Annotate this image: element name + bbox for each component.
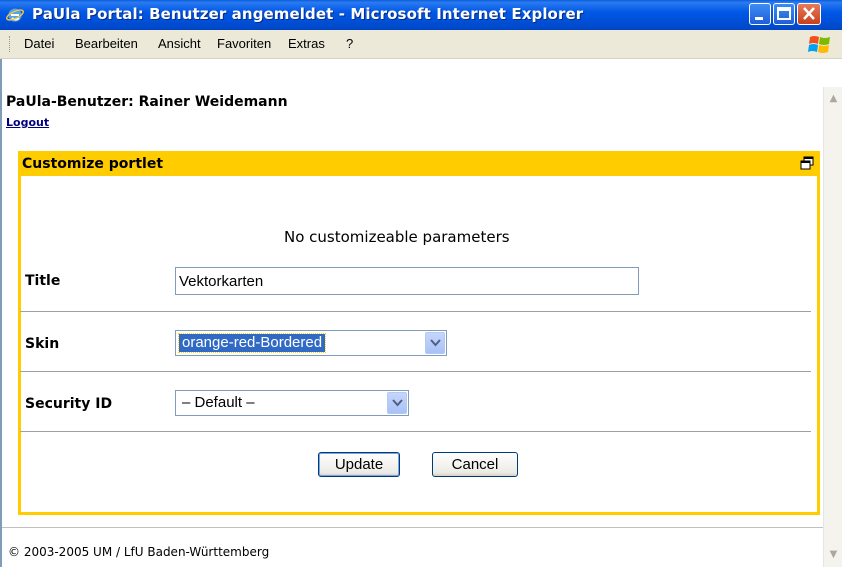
update-button[interactable]: Update <box>318 452 400 477</box>
close-icon <box>803 7 815 20</box>
footer-divider <box>2 527 823 528</box>
minimize-button[interactable] <box>749 3 771 25</box>
title-label: Title <box>25 273 61 289</box>
scroll-up-icon[interactable]: ▲ <box>826 91 841 106</box>
windows-logo-icon <box>808 36 830 53</box>
title-input[interactable] <box>175 267 639 295</box>
row-divider <box>20 431 811 432</box>
menu-item-datei[interactable]: Datei <box>24 36 54 51</box>
user-label: PaUla-Benutzer: Rainer Weidemann <box>6 94 288 110</box>
security-id-label: Security ID <box>25 396 113 412</box>
row-divider <box>20 311 811 312</box>
no-parameters-message: No customizeable parameters <box>284 228 510 246</box>
cancel-button[interactable]: Cancel <box>432 452 518 477</box>
menu-item-ansicht[interactable]: Ansicht <box>158 36 201 51</box>
toolbar-grip[interactable] <box>9 36 12 52</box>
maximize-button[interactable] <box>773 3 795 25</box>
restore-icon[interactable] <box>799 155 815 171</box>
close-button[interactable] <box>797 3 821 25</box>
menu-item-extras[interactable]: Extras <box>288 36 325 51</box>
security-id-select[interactable]: – Default – <box>175 390 409 416</box>
skin-select-value: orange-red-Bordered <box>177 333 327 353</box>
internet-explorer-icon <box>6 7 24 23</box>
menu-item-favoriten[interactable]: Favoriten <box>217 36 271 51</box>
skin-select[interactable]: orange-red-Bordered <box>175 330 447 356</box>
menu-item-bearbeiten[interactable]: Bearbeiten <box>75 36 138 51</box>
menu-item-help[interactable]: ? <box>346 36 353 51</box>
security-id-select-value: – Default – <box>182 394 255 411</box>
menu-bar: Datei Bearbeiten Ansicht Favoriten Extra… <box>0 30 842 59</box>
portlet-title: Customize portlet <box>22 156 164 172</box>
window-titlebar: PaUla Portal: Benutzer angemeldet - Micr… <box>0 0 842 30</box>
window-title: PaUla Portal: Benutzer angemeldet - Micr… <box>32 5 584 23</box>
row-divider <box>20 371 811 372</box>
vertical-scrollbar[interactable]: ▲ ▼ <box>823 87 842 567</box>
scroll-down-icon[interactable]: ▼ <box>826 547 841 562</box>
logout-link[interactable]: Logout <box>6 116 49 129</box>
maximize-icon <box>777 7 791 20</box>
chevron-down-icon[interactable] <box>387 392 407 414</box>
skin-label: Skin <box>25 336 60 352</box>
minimize-icon <box>755 17 763 20</box>
chevron-down-icon[interactable] <box>425 332 445 354</box>
footer-copyright: © 2003-2005 UM / LfU Baden-Württemberg <box>8 545 270 559</box>
